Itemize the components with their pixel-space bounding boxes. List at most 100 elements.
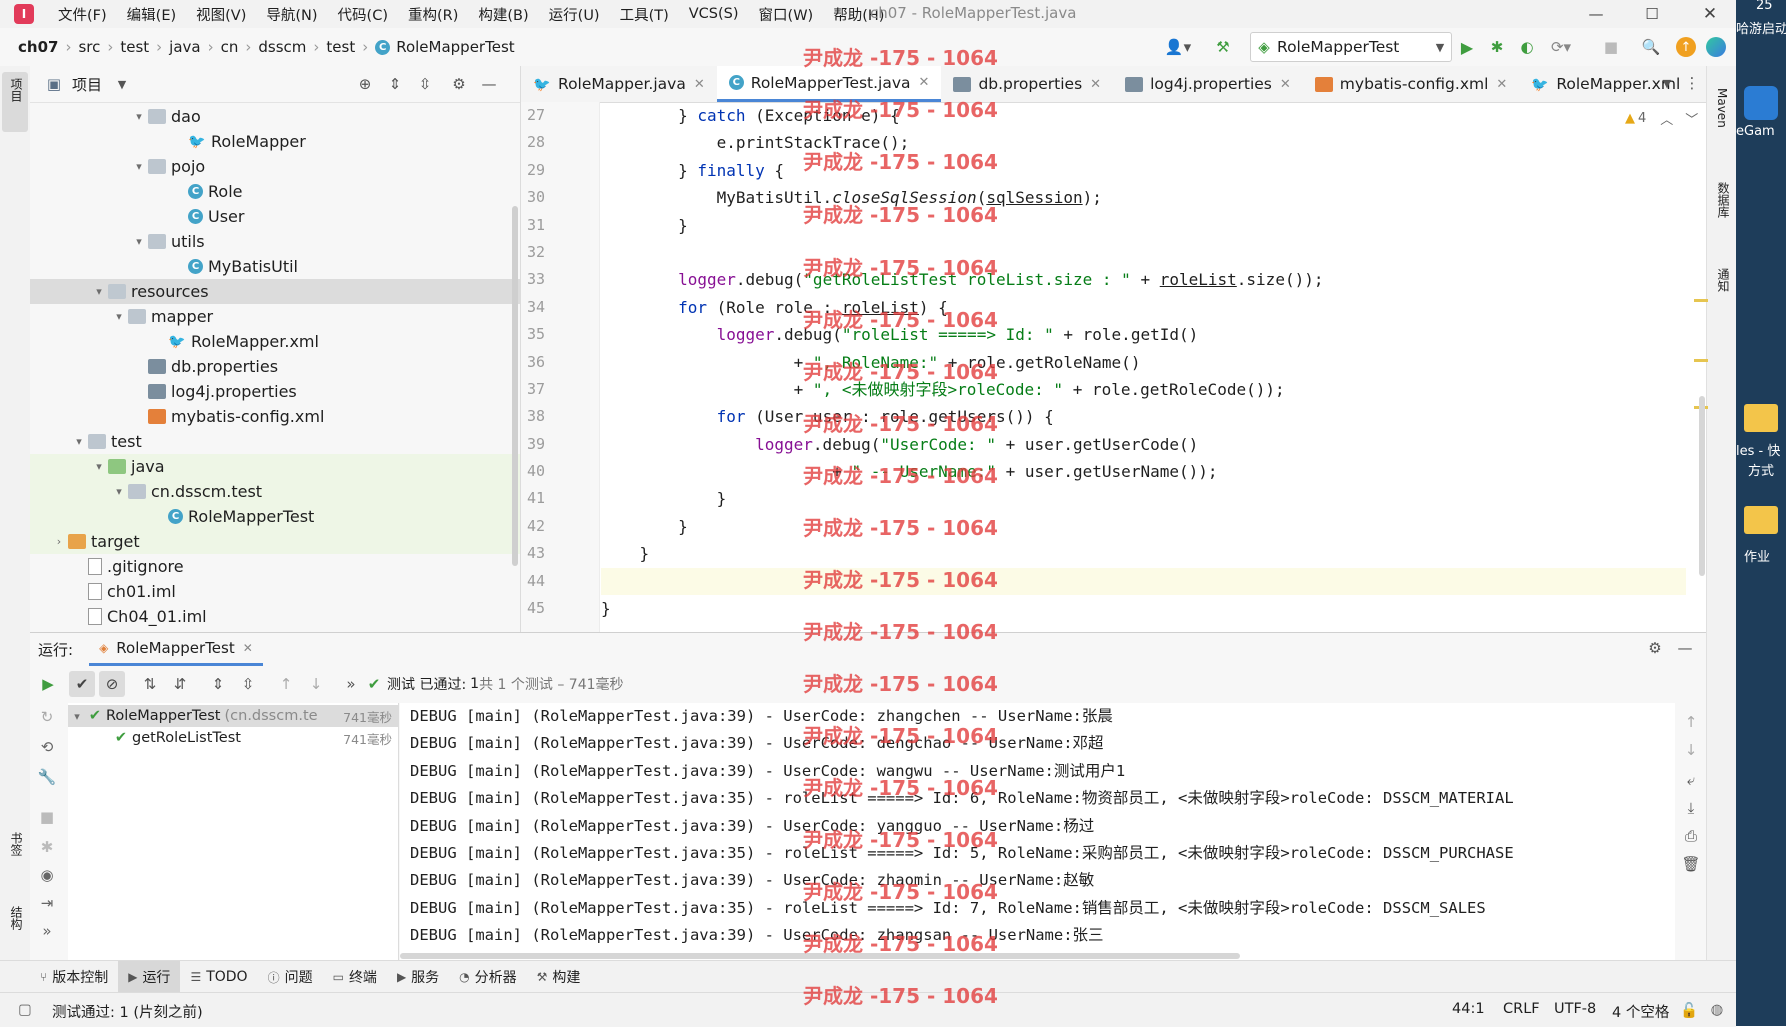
chevron-down-icon[interactable]: ▼ bbox=[112, 78, 132, 91]
scroll-down-icon[interactable]: ↓ bbox=[1679, 739, 1703, 761]
maven-stripe-button[interactable]: Maven bbox=[1711, 72, 1735, 152]
chevron-down-icon[interactable]: ▾ bbox=[90, 460, 108, 473]
menu-item[interactable]: 构建(B) bbox=[468, 4, 538, 25]
tool-window-button[interactable]: ◔ 分析器 bbox=[449, 961, 526, 993]
export-icon[interactable]: ⇥ bbox=[34, 892, 60, 914]
toggle-auto-test-icon[interactable]: ⟲ bbox=[34, 736, 60, 758]
project-tree-item[interactable]: log4j.properties bbox=[30, 379, 520, 404]
profile-icon[interactable]: ⟳▾ bbox=[1546, 36, 1576, 58]
locate-icon[interactable]: ⊕ bbox=[354, 75, 376, 93]
tool-window-button[interactable]: ⓘ 问题 bbox=[258, 961, 323, 993]
assistant-icon[interactable] bbox=[1706, 37, 1726, 57]
caret-position[interactable]: 44:1 bbox=[1452, 1001, 1485, 1017]
file-encoding[interactable]: UTF-8 bbox=[1554, 1001, 1596, 1017]
more-vertical-icon[interactable]: ⋮ bbox=[1681, 72, 1703, 94]
project-tree-item[interactable]: 🐦 RoleMapper.xml bbox=[30, 329, 520, 354]
chevron-down-icon[interactable]: ▾ bbox=[130, 110, 148, 123]
menu-item[interactable]: 运行(U) bbox=[539, 4, 610, 25]
maximize-icon[interactable]: ☐ bbox=[1642, 4, 1662, 24]
next-failed-icon[interactable]: ↓ bbox=[303, 675, 329, 693]
show-passed-icon[interactable]: ✔ bbox=[69, 671, 95, 697]
minimize-icon[interactable]: — bbox=[1586, 4, 1606, 24]
tool-window-button[interactable]: ▶ 服务 bbox=[387, 961, 449, 993]
project-panel-title[interactable]: 项目 bbox=[72, 74, 102, 95]
rerun-icon[interactable]: ▶ bbox=[35, 675, 61, 693]
menu-item[interactable]: 编辑(E) bbox=[117, 4, 186, 25]
settings-icon[interactable]: ⚙ bbox=[1644, 639, 1666, 657]
build-hammer-icon[interactable]: ⚒ bbox=[1212, 36, 1234, 58]
database-stripe-button[interactable]: 数据库 bbox=[1711, 166, 1735, 246]
collapse-all-icon[interactable]: ⇳ bbox=[414, 75, 436, 93]
user-icon[interactable]: 👤▾ bbox=[1162, 36, 1194, 58]
close-icon[interactable]: ✕ bbox=[1280, 77, 1291, 92]
more-icon[interactable]: » bbox=[341, 675, 361, 693]
project-tree-item[interactable]: ch01.iml bbox=[30, 579, 520, 604]
chevron-down-icon[interactable]: ▾ bbox=[130, 235, 148, 248]
console-output[interactable]: DEBUG [main] (RoleMapperTest.java:39) - … bbox=[400, 703, 1675, 961]
project-tree-item[interactable]: ▾ cn.dsscm.test bbox=[30, 479, 520, 504]
tab-list-chevron-icon[interactable]: ▼ bbox=[1656, 72, 1678, 94]
collapse-all-icon[interactable]: ⇳ bbox=[235, 675, 261, 693]
editor-tab[interactable]: C RoleMapperTest.java ✕ bbox=[716, 66, 942, 102]
code-line[interactable]: } bbox=[601, 212, 1686, 239]
debug-icon[interactable]: ✱ bbox=[1486, 36, 1508, 58]
notifications-stripe-button[interactable]: 通知 bbox=[1711, 252, 1735, 332]
tool-window-button[interactable]: ⑂ 版本控制 bbox=[30, 961, 118, 993]
code-line[interactable]: } bbox=[601, 540, 1686, 567]
desktop-folder-icon[interactable] bbox=[1744, 506, 1778, 534]
scroll-up-icon[interactable]: ↑ bbox=[1679, 711, 1703, 733]
breadcrumb-item[interactable]: cn bbox=[221, 38, 239, 56]
code-line[interactable]: + " -- UserName:" + user.getUserName()); bbox=[601, 458, 1686, 485]
close-icon[interactable]: ✕ bbox=[1090, 77, 1101, 92]
code-line[interactable]: } bbox=[601, 485, 1686, 512]
close-icon[interactable]: ✕ bbox=[1496, 77, 1507, 92]
status-message[interactable]: 测试通过: 1 (片刻之前) bbox=[52, 1001, 203, 1022]
test-tree-item[interactable]: ▾ ✔ RoleMapperTest (cn.dsscm.te 741毫秒 bbox=[68, 705, 398, 727]
more-icon[interactable]: » bbox=[34, 920, 60, 942]
code-line[interactable]: } bbox=[601, 595, 1686, 622]
panel-toggle-icon[interactable]: ▢ bbox=[16, 1001, 34, 1019]
project-tree-item[interactable]: ▾ java bbox=[30, 454, 520, 479]
tool-window-button[interactable]: ☰ TODO bbox=[180, 961, 257, 993]
tool-window-button[interactable]: ⚒ 构建 bbox=[527, 961, 591, 993]
code-line[interactable]: } catch (Exception e) { bbox=[601, 102, 1686, 129]
rerun-failed-icon[interactable]: ↻ bbox=[34, 706, 60, 728]
tool-window-button[interactable]: ▭ 终端 bbox=[323, 961, 387, 993]
clear-icon[interactable]: 🗑 bbox=[1679, 853, 1703, 875]
code-line[interactable]: MyBatisUtil.closeSqlSession(sqlSession); bbox=[601, 184, 1686, 211]
code-line[interactable] bbox=[601, 567, 1686, 596]
menu-item[interactable]: 文件(F) bbox=[48, 4, 117, 25]
stop-icon[interactable]: ■ bbox=[34, 806, 60, 828]
lock-icon[interactable]: 🔓 bbox=[1680, 1001, 1698, 1019]
project-tree-item[interactable]: .gitignore bbox=[30, 554, 520, 579]
close-icon[interactable]: ✕ bbox=[694, 77, 705, 92]
menu-item[interactable]: 重构(R) bbox=[398, 4, 468, 25]
soft-wrap-icon[interactable]: ⤶ bbox=[1679, 769, 1703, 791]
scroll-to-end-icon[interactable]: ⤓ bbox=[1679, 797, 1703, 819]
chevron-down-icon[interactable]: ﹀ bbox=[1685, 109, 1698, 128]
expand-all-icon[interactable]: ⇕ bbox=[205, 675, 231, 693]
error-stripe-mark[interactable] bbox=[1694, 299, 1708, 302]
editor-tab[interactable]: mybatis-config.xml ✕ bbox=[1303, 66, 1520, 102]
breadcrumb-item[interactable]: RoleMapperTest bbox=[396, 38, 514, 56]
print-icon[interactable]: ⎙ bbox=[1679, 825, 1703, 847]
line-separator[interactable]: CRLF bbox=[1503, 1001, 1540, 1017]
project-tree-item[interactable]: db.properties bbox=[30, 354, 520, 379]
breadcrumb-item[interactable]: test bbox=[326, 38, 355, 56]
hide-panel-icon[interactable]: — bbox=[478, 75, 500, 93]
project-tree-item[interactable]: 🐦 RoleMapper bbox=[30, 129, 520, 154]
project-tree-item[interactable]: › target bbox=[30, 529, 520, 554]
inspection-profile-icon[interactable]: ◍ bbox=[1708, 1001, 1726, 1019]
camera-icon[interactable]: ◉ bbox=[34, 864, 60, 886]
chevron-down-icon[interactable]: ▾ bbox=[130, 160, 148, 173]
menu-item[interactable]: 窗口(W) bbox=[749, 4, 824, 25]
previous-failed-icon[interactable]: ↑ bbox=[273, 675, 299, 693]
code-line[interactable]: } bbox=[601, 513, 1686, 540]
project-tree-item[interactable]: ▾ resources bbox=[30, 279, 520, 304]
chevron-down-icon[interactable]: ▾ bbox=[70, 435, 88, 448]
project-tree-item[interactable]: C User bbox=[30, 204, 520, 229]
run-icon[interactable]: ▶ bbox=[1456, 36, 1478, 58]
desktop-app-icon[interactable] bbox=[1744, 86, 1778, 120]
breadcrumb-item[interactable]: dsscm bbox=[258, 38, 306, 56]
project-tree-item[interactable]: mybatis-config.xml bbox=[30, 404, 520, 429]
